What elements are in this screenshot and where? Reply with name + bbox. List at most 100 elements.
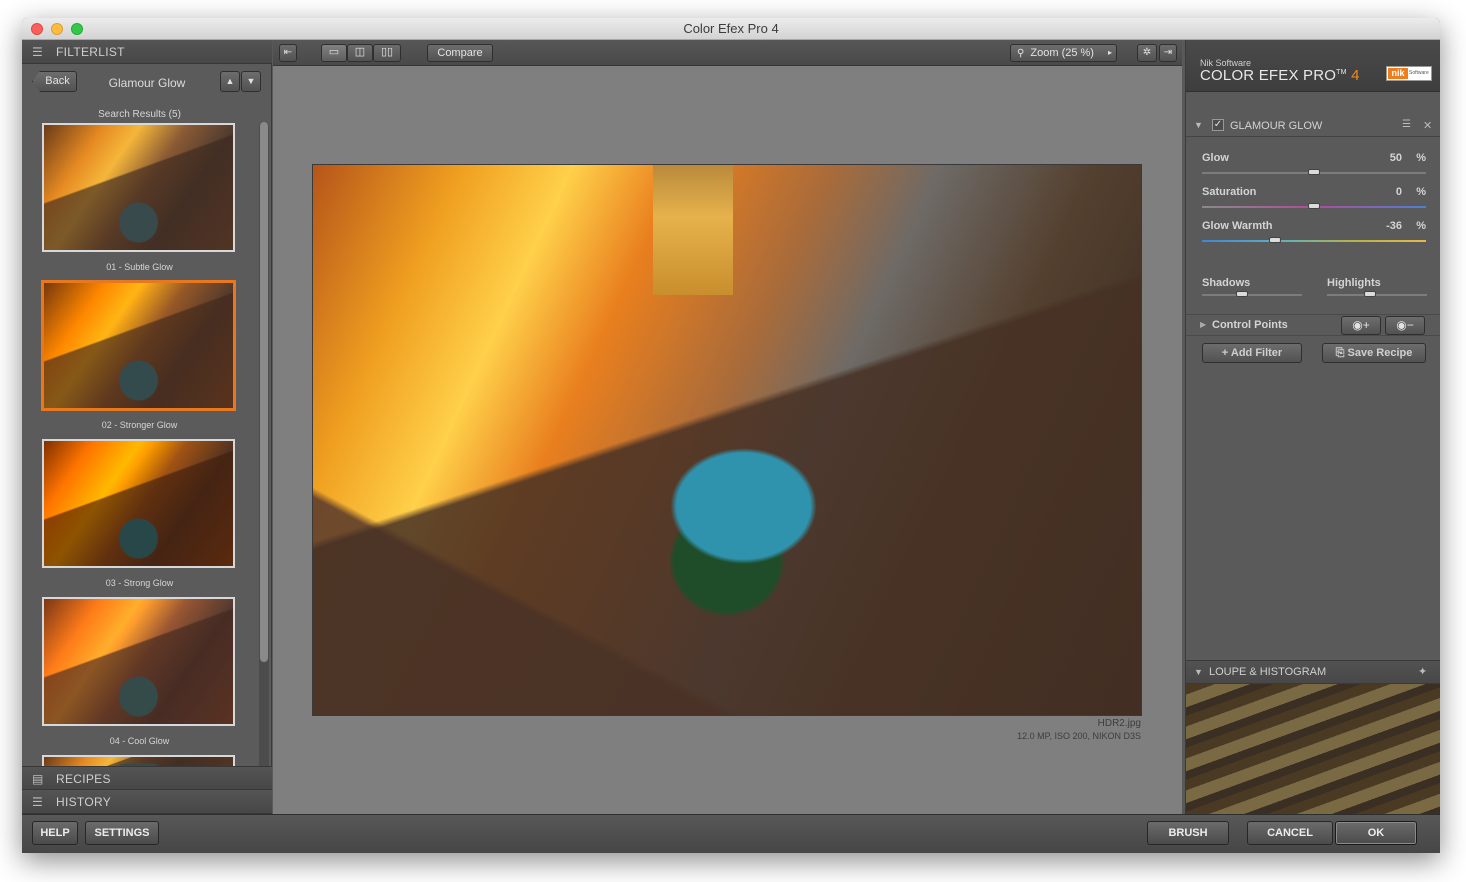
zoom-arrow-icon: ▸ — [1107, 48, 1112, 57]
preset-thumbnail[interactable] — [42, 597, 235, 726]
filterlist-header[interactable]: ☰ FILTERLIST — [22, 40, 272, 64]
add-filter-button[interactable]: + Add Filter — [1202, 343, 1302, 363]
settings-label: SETTINGS — [94, 827, 150, 839]
recipes-icon: ▤ — [32, 772, 44, 786]
slider-value: 0 — [1395, 186, 1402, 198]
image-preview-area[interactable]: HDR2.jpg 12.0 MP, ISO 200, NIKON D3S — [273, 66, 1182, 814]
preset-preview-image — [44, 283, 233, 408]
filter-header[interactable]: ▼ ✓ GLAMOUR GLOW ☰ ✕ — [1186, 117, 1440, 137]
list-icon: ☰ — [32, 45, 44, 59]
loupe-header[interactable]: ▼ LOUPE & HISTOGRAM ✦ — [1186, 660, 1440, 684]
slider-knob[interactable] — [1308, 203, 1320, 209]
loupe-preview[interactable] — [1186, 684, 1440, 814]
glow-slider[interactable]: Glow 50 % — [1202, 152, 1426, 182]
slider-knob[interactable] — [1236, 291, 1248, 297]
slider-label: Saturation — [1202, 186, 1257, 198]
filter-enable-checkbox[interactable]: ✓ — [1212, 119, 1224, 131]
slider-unit: % — [1416, 220, 1426, 232]
save-recipe-label: Save Recipe — [1347, 347, 1413, 359]
bottom-bar: HELP SETTINGS BRUSH CANCEL OK — [22, 814, 1440, 853]
filter-controls-panel: Nik Software COLOR EFEX PROTM 4 nik Soft… — [1185, 40, 1440, 814]
filter-menu-icon[interactable]: ☰ — [1402, 119, 1411, 130]
app-window: Color Efex Pro 4 ☰ FILTERLIST Back Glamo… — [22, 18, 1440, 853]
preset-label: 04 - Cool Glow — [109, 736, 170, 746]
preset-thumbnail[interactable] — [42, 123, 235, 252]
cancel-button[interactable]: CANCEL — [1247, 821, 1333, 845]
split-view-button[interactable]: ◫ — [347, 44, 373, 62]
preset-label: 02 - Stronger Glow — [101, 420, 178, 430]
side-by-side-view-button[interactable]: ▯▯ — [373, 44, 401, 62]
slider-track[interactable] — [1202, 294, 1302, 296]
remove-control-point-button[interactable]: ◉− — [1385, 316, 1425, 335]
hide-controls-button[interactable]: ⇥ — [1159, 44, 1177, 62]
single-view-button[interactable]: ▭ — [321, 44, 347, 62]
brush-button[interactable]: BRUSH — [1147, 821, 1229, 845]
pin-icon[interactable]: ✦ — [1418, 665, 1427, 678]
cancel-label: CANCEL — [1267, 827, 1313, 839]
help-label: HELP — [40, 827, 70, 839]
zoom-control[interactable]: ⚲ Zoom (25 %) ▸ — [1010, 44, 1117, 62]
photo-bell-tower — [653, 165, 733, 295]
brand-version: 4 — [1351, 67, 1360, 84]
magnifier-icon: ⚲ — [1017, 48, 1025, 59]
remove-filter-icon[interactable]: ✕ — [1423, 119, 1432, 132]
expand-arrow-icon[interactable]: ▶ — [1200, 320, 1206, 329]
compare-label: Compare — [437, 47, 483, 59]
recipe-icon: ⎘ — [1335, 347, 1345, 359]
loupe-title: LOUPE & HISTOGRAM — [1209, 666, 1327, 678]
highlights-slider[interactable]: Highlights — [1327, 277, 1427, 301]
save-recipe-button[interactable]: ⎘ Save Recipe — [1322, 343, 1426, 363]
compare-button[interactable]: Compare — [427, 44, 493, 62]
background-brightness-button[interactable]: ✲ — [1137, 44, 1157, 62]
preset-label: 01 - Subtle Glow — [106, 262, 173, 272]
hide-filterlist-button[interactable]: ⇤ — [279, 44, 297, 62]
slider-label: Glow — [1202, 152, 1229, 164]
recipes-header[interactable]: ▤ RECIPES — [22, 766, 272, 790]
settings-button[interactable]: SETTINGS — [85, 821, 159, 845]
search-results-label: Search Results (5) — [98, 109, 181, 120]
slider-knob[interactable] — [1308, 169, 1320, 175]
history-icon: ☰ — [32, 795, 44, 809]
add-control-point-button[interactable]: ◉+ — [1341, 316, 1381, 335]
brand-main: COLOR EFEX PRO — [1200, 67, 1337, 84]
preset-label: 03 - Strong Glow — [105, 578, 174, 588]
nik-logo-software: Software — [1409, 70, 1429, 76]
collapse-arrow-icon[interactable]: ▼ — [1194, 120, 1203, 130]
brand-tm: TM — [1336, 69, 1347, 76]
ok-button[interactable]: OK — [1335, 821, 1417, 845]
back-button[interactable]: Back — [32, 71, 77, 92]
slider-knob[interactable] — [1269, 237, 1281, 243]
scrollbar-thumb[interactable] — [260, 122, 268, 662]
slider-value: -36 — [1386, 220, 1402, 232]
glow-warmth-slider[interactable]: Glow Warmth -36 % — [1202, 220, 1426, 250]
image-info: 12.0 MP, ISO 200, NIKON D3S — [1017, 731, 1141, 741]
slider-knob[interactable] — [1364, 291, 1376, 297]
control-points-row[interactable]: ▶ Control Points ◉+ ◉− — [1186, 314, 1440, 336]
brush-label: BRUSH — [1168, 827, 1208, 839]
collapse-arrow-icon[interactable]: ▼ — [1194, 667, 1203, 677]
shadows-label: Shadows — [1202, 277, 1251, 289]
zoom-label: Zoom (25 %) — [1030, 47, 1094, 59]
slider-track[interactable] — [1202, 240, 1426, 242]
filter-name: GLAMOUR GLOW — [1230, 120, 1323, 132]
filterlist-scrollbar[interactable] — [259, 122, 269, 782]
shadows-slider[interactable]: Shadows — [1202, 277, 1302, 301]
ok-label: OK — [1367, 827, 1385, 839]
preset-preview-image — [44, 599, 233, 724]
history-header[interactable]: ☰ HISTORY — [22, 790, 272, 814]
recipes-title: RECIPES — [56, 772, 111, 786]
preset-thumbnail[interactable] — [42, 439, 235, 568]
plus-icon: + — [1221, 347, 1229, 359]
slider-track[interactable] — [1327, 294, 1427, 296]
preview-photo[interactable] — [312, 164, 1142, 716]
help-button[interactable]: HELP — [32, 821, 78, 845]
next-filter-button[interactable]: ▼ — [241, 71, 261, 92]
saturation-slider[interactable]: Saturation 0 % — [1202, 186, 1426, 216]
current-filter-title: Glamour Glow — [108, 76, 186, 90]
window-title: Color Efex Pro 4 — [683, 21, 779, 36]
preset-thumbnail-selected[interactable] — [42, 281, 235, 410]
nik-logo: nik Software — [1386, 66, 1432, 81]
add-filter-label: Add Filter — [1230, 347, 1283, 359]
previous-filter-button[interactable]: ▲ — [220, 71, 240, 92]
filterlist-title: FILTERLIST — [56, 45, 125, 59]
